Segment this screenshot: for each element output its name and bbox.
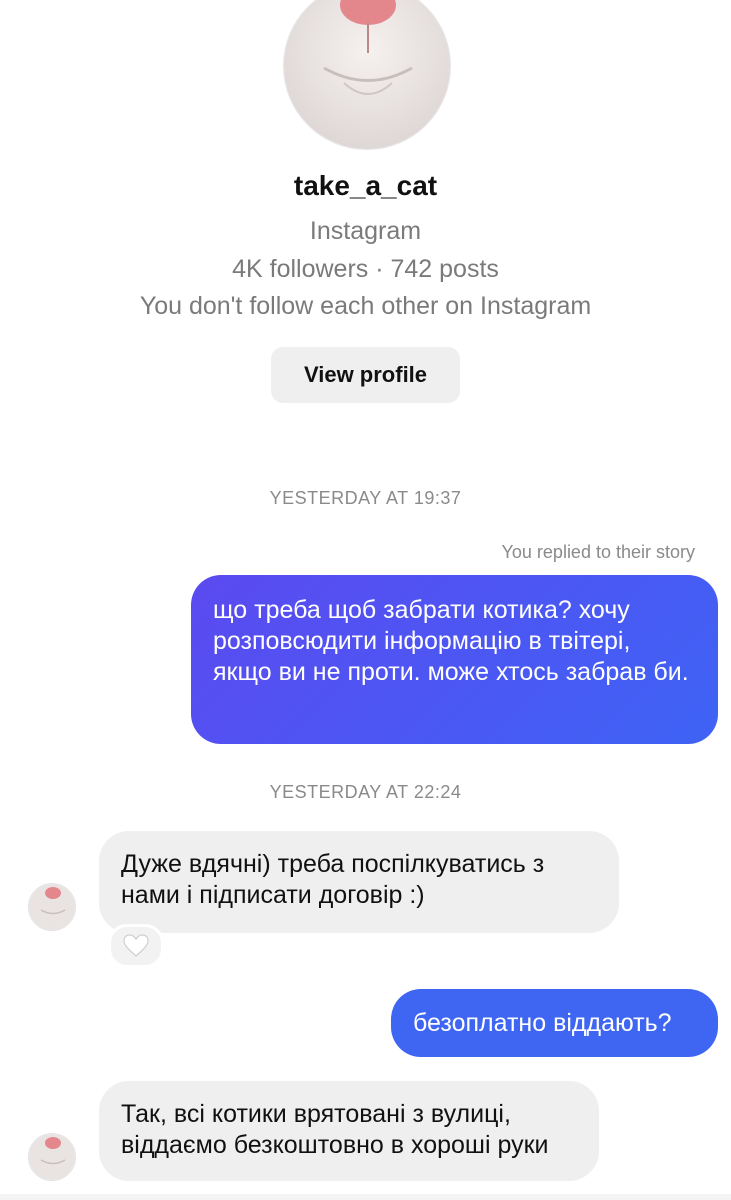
view-profile-button[interactable]: View profile (271, 347, 460, 403)
cat-nose-avatar-icon (29, 1134, 75, 1180)
message-reaction[interactable] (108, 924, 164, 968)
sender-avatar[interactable] (28, 883, 76, 931)
outgoing-message[interactable]: що треба щоб забрати котика? хочу розпов… (191, 575, 718, 744)
profile-platform: Instagram (309, 217, 422, 245)
outgoing-message[interactable]: безоплатно віддають? (391, 989, 718, 1057)
cat-nose-avatar-icon (284, 0, 450, 149)
follow-status-note: You don't follow each other on Instagram (139, 292, 592, 320)
white-heart-icon (123, 934, 149, 957)
cat-nose-avatar-icon (29, 884, 75, 930)
sender-avatar[interactable] (28, 1133, 76, 1181)
timestamp: YESTERDAY AT 19:37 (269, 488, 462, 508)
story-reply-note: You replied to their story (501, 542, 695, 562)
profile-username: take_a_cat (293, 170, 438, 201)
incoming-message[interactable]: Дуже вдячні) треба поспілкуватись з нами… (99, 831, 619, 933)
incoming-message[interactable]: Так, всі котики врятовані з вулиці, відд… (99, 1081, 599, 1181)
next-message-edge (0, 1194, 731, 1200)
profile-avatar[interactable] (283, 0, 451, 150)
timestamp: YESTERDAY AT 22:24 (269, 782, 462, 802)
profile-stats: 4K followers · 742 posts (232, 255, 499, 283)
